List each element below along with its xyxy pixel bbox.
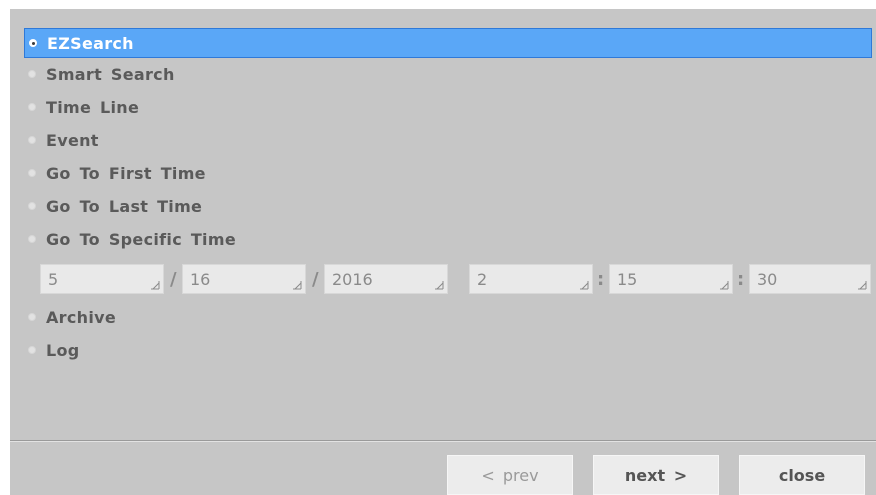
day-field[interactable]: 16 xyxy=(182,264,306,294)
prev-button[interactable]: < prev xyxy=(447,455,573,495)
minute-field[interactable]: 15 xyxy=(609,264,733,294)
year-value: 2016 xyxy=(332,269,373,289)
close-button[interactable]: close xyxy=(739,455,865,495)
radio-icon[interactable] xyxy=(28,103,36,111)
option-ezsearch[interactable]: EZSearch xyxy=(24,28,872,58)
option-event[interactable]: Event xyxy=(24,126,99,154)
search-dialog: EZSearch Smart Search Time Line Event Go… xyxy=(10,9,876,495)
time-separator: : xyxy=(597,269,605,290)
option-smart-search[interactable]: Smart Search xyxy=(24,60,175,88)
minute-value: 15 xyxy=(617,269,638,289)
resize-grip-icon xyxy=(858,281,867,290)
option-log[interactable]: Log xyxy=(24,336,80,364)
option-label: Archive xyxy=(46,307,117,327)
option-go-to-first-time[interactable]: Go To First Time xyxy=(24,159,206,187)
option-archive[interactable]: Archive xyxy=(24,303,116,331)
resize-grip-icon xyxy=(580,281,589,290)
radio-icon[interactable] xyxy=(28,313,36,321)
year-field[interactable]: 2016 xyxy=(324,264,448,294)
option-label: Event xyxy=(46,130,99,150)
option-time-line[interactable]: Time Line xyxy=(24,93,139,121)
hour-value: 2 xyxy=(477,269,488,289)
resize-grip-icon xyxy=(435,281,444,290)
radio-icon[interactable] xyxy=(28,70,36,78)
month-field[interactable]: 5 xyxy=(40,264,164,294)
option-label: EZSearch xyxy=(47,33,134,53)
radio-selected-icon[interactable] xyxy=(29,39,37,47)
option-label: Smart Search xyxy=(46,64,175,84)
option-go-to-last-time[interactable]: Go To Last Time xyxy=(24,192,202,220)
date-separator: / xyxy=(170,269,177,290)
radio-icon[interactable] xyxy=(28,202,36,210)
radio-icon[interactable] xyxy=(28,136,36,144)
second-field[interactable]: 30 xyxy=(749,264,871,294)
resize-grip-icon xyxy=(151,281,160,290)
resize-grip-icon xyxy=(720,281,729,290)
option-label: Go To Specific Time xyxy=(46,229,236,249)
option-label: Go To Last Time xyxy=(46,196,203,216)
option-label: Go To First Time xyxy=(46,163,206,183)
day-value: 16 xyxy=(190,269,211,289)
option-label: Time Line xyxy=(46,97,140,117)
month-value: 5 xyxy=(48,269,59,289)
date-separator: / xyxy=(312,269,319,290)
footer-divider xyxy=(10,440,876,442)
resize-grip-icon xyxy=(293,281,302,290)
time-separator: : xyxy=(737,269,745,290)
radio-icon[interactable] xyxy=(28,169,36,177)
option-label: Log xyxy=(46,340,80,360)
option-go-to-specific-time[interactable]: Go To Specific Time xyxy=(24,225,236,253)
hour-field[interactable]: 2 xyxy=(469,264,593,294)
radio-icon[interactable] xyxy=(28,346,36,354)
radio-icon[interactable] xyxy=(28,235,36,243)
next-button[interactable]: next > xyxy=(593,455,719,495)
second-value: 30 xyxy=(757,269,778,289)
